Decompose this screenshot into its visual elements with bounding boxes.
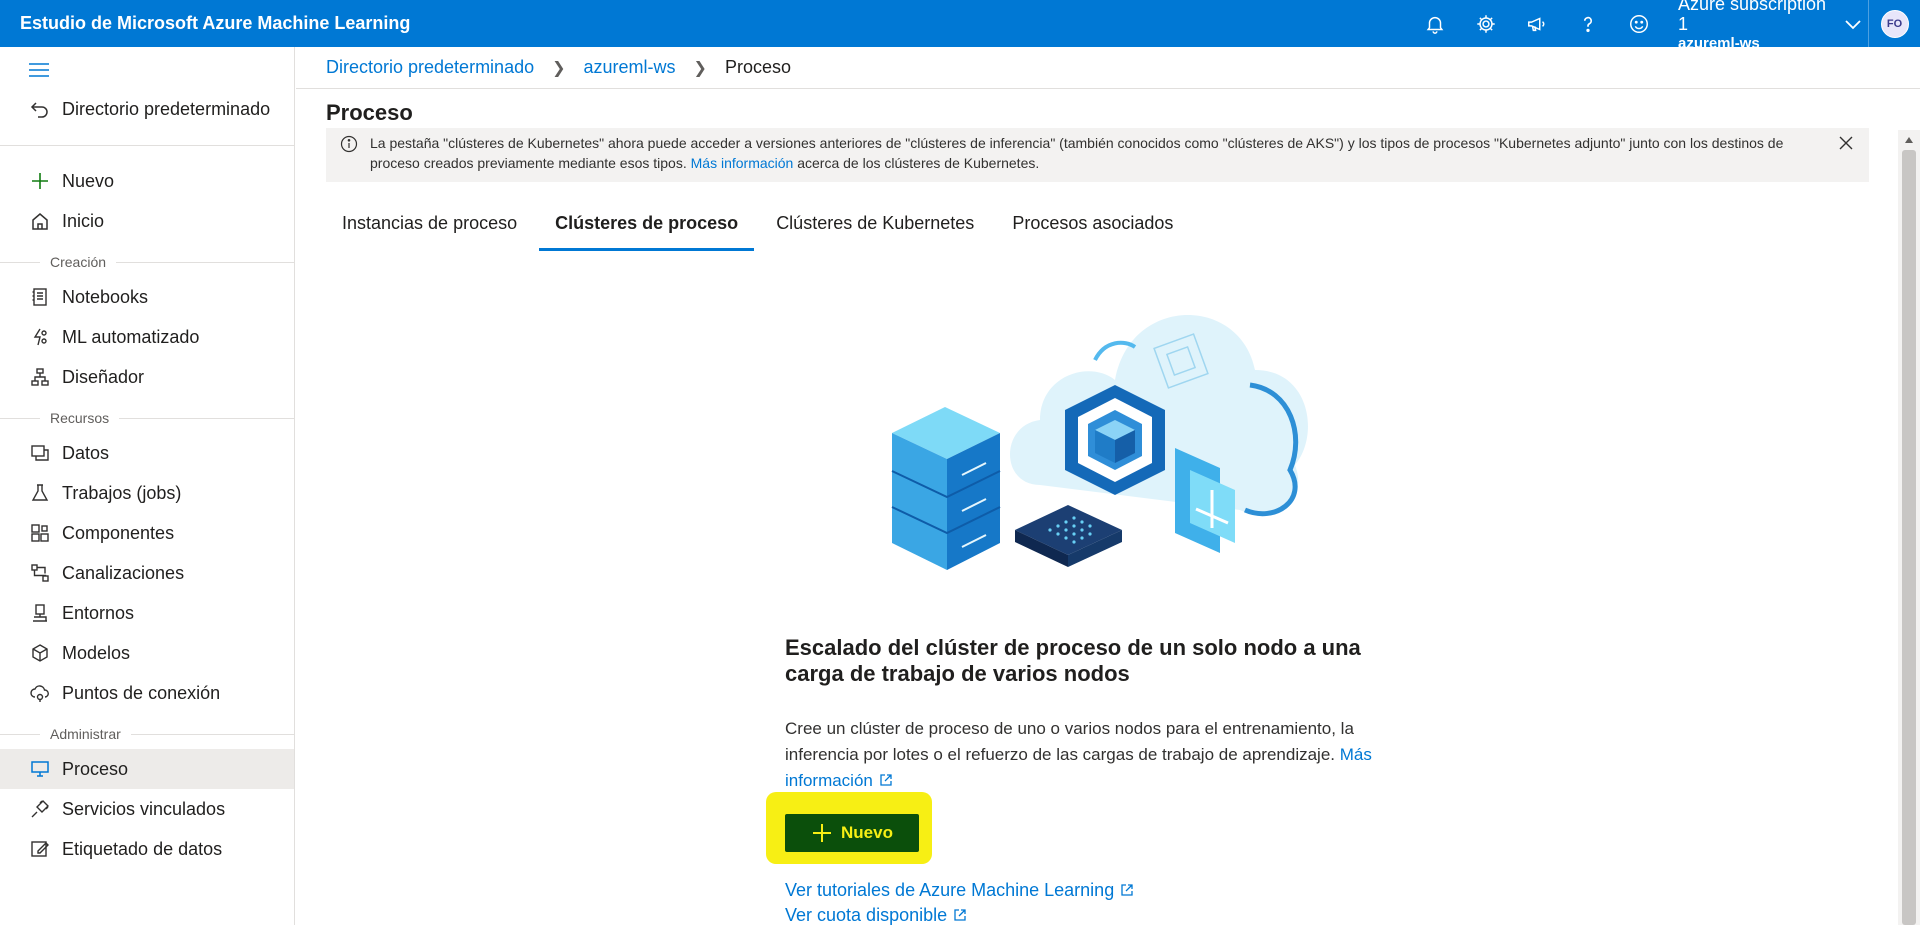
- sidebar-item-label: Nuevo: [62, 170, 115, 191]
- sidebar-divider: [0, 145, 294, 146]
- breadcrumb-current: Proceso: [724, 57, 791, 77]
- sidebar-item-label: Canalizaciones: [62, 562, 185, 583]
- link-plug-icon: [28, 797, 52, 821]
- empty-state-description: Cree un clúster de proceso de uno o vari…: [785, 716, 1425, 794]
- back-arrow-icon: [28, 97, 52, 121]
- sidebar-item-label: Componentes: [62, 522, 175, 543]
- plus-icon: [813, 824, 832, 842]
- sidebar-item-jobs[interactable]: Trabajos (jobs): [0, 473, 294, 513]
- sidebar-item-models[interactable]: Modelos: [0, 633, 294, 673]
- sidebar-item-home[interactable]: Inicio: [0, 201, 294, 241]
- sidebar-item-label: ML automatizado: [62, 326, 200, 347]
- plus-icon: [28, 169, 52, 193]
- empty-state-title: Escalado del clúster de proceso de un so…: [785, 635, 1361, 686]
- edit-label-icon: [28, 837, 52, 861]
- chevron-right-icon: ❯: [693, 59, 707, 77]
- account-switcher[interactable]: Azure subscription 1 azureml-ws: [1678, 0, 1838, 52]
- external-link-icon: [1121, 884, 1133, 896]
- new-cluster-button[interactable]: Nuevo: [785, 814, 919, 852]
- flask-icon: [28, 481, 52, 505]
- components-icon: [28, 521, 52, 545]
- avatar: FO: [1880, 9, 1909, 38]
- banner-suffix: acerca de los clústeres de Kubernetes.: [797, 155, 1040, 171]
- banner-more-info-link[interactable]: Más información: [691, 155, 794, 171]
- cube-icon: [28, 641, 52, 665]
- designer-icon: [28, 365, 52, 389]
- close-icon[interactable]: [1837, 134, 1855, 152]
- pipeline-icon: [28, 561, 52, 585]
- environment-icon: [28, 601, 52, 625]
- page-title: Proceso: [326, 100, 413, 125]
- sidebar-item-environments[interactable]: Entornos: [0, 593, 294, 633]
- sidebar-section-creation: Creación: [0, 252, 294, 272]
- notebook-icon: [28, 285, 52, 309]
- breadcrumb: Directorio predeterminado ❯ azureml-ws ❯…: [296, 47, 1920, 89]
- breadcrumb-directory[interactable]: Directorio predeterminado: [326, 57, 534, 78]
- sidebar-item-label: Inicio: [62, 210, 105, 231]
- sidebar-item-label: Entornos: [62, 602, 135, 623]
- scroll-up-arrow-icon[interactable]: [1904, 136, 1914, 144]
- sidebar-item-label: Proceso: [62, 758, 129, 779]
- compute-cluster-illustration: [891, 314, 1308, 570]
- data-icon: [28, 441, 52, 465]
- sidebar-item-designer[interactable]: Diseñador: [0, 357, 294, 397]
- top-bar: Estudio de Microsoft Azure Machine Learn…: [0, 0, 1920, 52]
- info-banner: La pestaña "clústeres de Kubernetes" aho…: [326, 128, 1869, 182]
- sidebar-item-automl[interactable]: ML automatizado: [0, 317, 294, 357]
- external-link-icon: [880, 774, 892, 786]
- monitor-icon: [28, 757, 52, 781]
- sidebar-item-data[interactable]: Datos: [0, 433, 294, 473]
- tab-compute-clusters[interactable]: Clústeres de proceso: [539, 205, 755, 251]
- smiley-icon[interactable]: [1613, 0, 1664, 47]
- avatar-button[interactable]: FO: [1868, 0, 1920, 47]
- new-cluster-button-label: Nuevo: [841, 823, 893, 842]
- banner-text: La pestaña "clústeres de Kubernetes" aho…: [370, 135, 1784, 171]
- sidebar-item-label: Datos: [62, 442, 110, 463]
- sidebar-item-linked-services[interactable]: Servicios vinculados: [0, 789, 294, 829]
- sidebar-item-label: Diseñador: [62, 366, 145, 387]
- sidebar-item-label: Notebooks: [62, 286, 149, 307]
- sidebar-back-directory[interactable]: Directorio predeterminado: [0, 89, 294, 129]
- sidebar-item-notebooks[interactable]: Notebooks: [0, 277, 294, 317]
- sidebar-item-label: Trabajos (jobs): [62, 482, 182, 503]
- home-icon: [28, 209, 52, 233]
- sidebar-item-label: Modelos: [62, 642, 131, 663]
- top-actions: Azure subscription 1 azureml-ws FO: [1409, 0, 1920, 52]
- subscription-name: Azure subscription 1: [1678, 0, 1827, 34]
- quota-link[interactable]: Ver cuota disponible: [785, 905, 967, 926]
- help-icon[interactable]: [1562, 0, 1613, 47]
- sidebar-item-pipelines[interactable]: Canalizaciones: [0, 553, 294, 593]
- compute-tabs: Instancias de proceso Clústeres de proce…: [326, 205, 1195, 251]
- info-icon: [340, 135, 358, 153]
- tab-compute-instances[interactable]: Instancias de proceso: [326, 205, 533, 251]
- sidebar-item-label: Puntos de conexión: [62, 682, 221, 703]
- gear-icon[interactable]: [1460, 0, 1511, 47]
- megaphone-icon[interactable]: [1511, 0, 1562, 47]
- tab-attached-computes[interactable]: Procesos asociados: [996, 205, 1189, 251]
- app-title[interactable]: Estudio de Microsoft Azure Machine Learn…: [20, 0, 410, 47]
- sidebar-section-manage: Administrar: [0, 724, 294, 744]
- sidebar: Directorio predeterminado Nuevo Inicio C…: [0, 47, 295, 925]
- sidebar-back-label: Directorio predeterminado: [62, 98, 271, 119]
- sidebar-item-components[interactable]: Componentes: [0, 513, 294, 553]
- sidebar-section-resources: Recursos: [0, 408, 294, 428]
- tutorials-link[interactable]: Ver tutoriales de Azure Machine Learning: [785, 880, 1134, 901]
- automl-icon: [28, 325, 52, 349]
- external-link-icon: [954, 909, 966, 921]
- empty-state-description-text: Cree un clúster de proceso de uno o vari…: [785, 719, 1354, 764]
- chevron-right-icon: ❯: [552, 59, 566, 77]
- sidebar-item-endpoints[interactable]: Puntos de conexión: [0, 673, 294, 713]
- sidebar-item-compute[interactable]: Proceso: [0, 749, 294, 789]
- breadcrumb-workspace[interactable]: azureml-ws: [584, 57, 676, 78]
- tab-kubernetes-clusters[interactable]: Clústeres de Kubernetes: [760, 205, 990, 251]
- sidebar-item-label: Servicios vinculados: [62, 798, 226, 819]
- scrollbar-thumb[interactable]: [1902, 150, 1916, 925]
- bell-icon[interactable]: [1409, 0, 1460, 47]
- endpoint-cloud-icon: [28, 681, 52, 705]
- sidebar-item-data-labeling[interactable]: Etiquetado de datos: [0, 829, 294, 869]
- chevron-down-icon[interactable]: [1838, 0, 1868, 47]
- hamburger-menu-icon[interactable]: [28, 61, 50, 79]
- sidebar-item-new[interactable]: Nuevo: [0, 161, 294, 201]
- sidebar-item-label: Etiquetado de datos: [62, 838, 223, 859]
